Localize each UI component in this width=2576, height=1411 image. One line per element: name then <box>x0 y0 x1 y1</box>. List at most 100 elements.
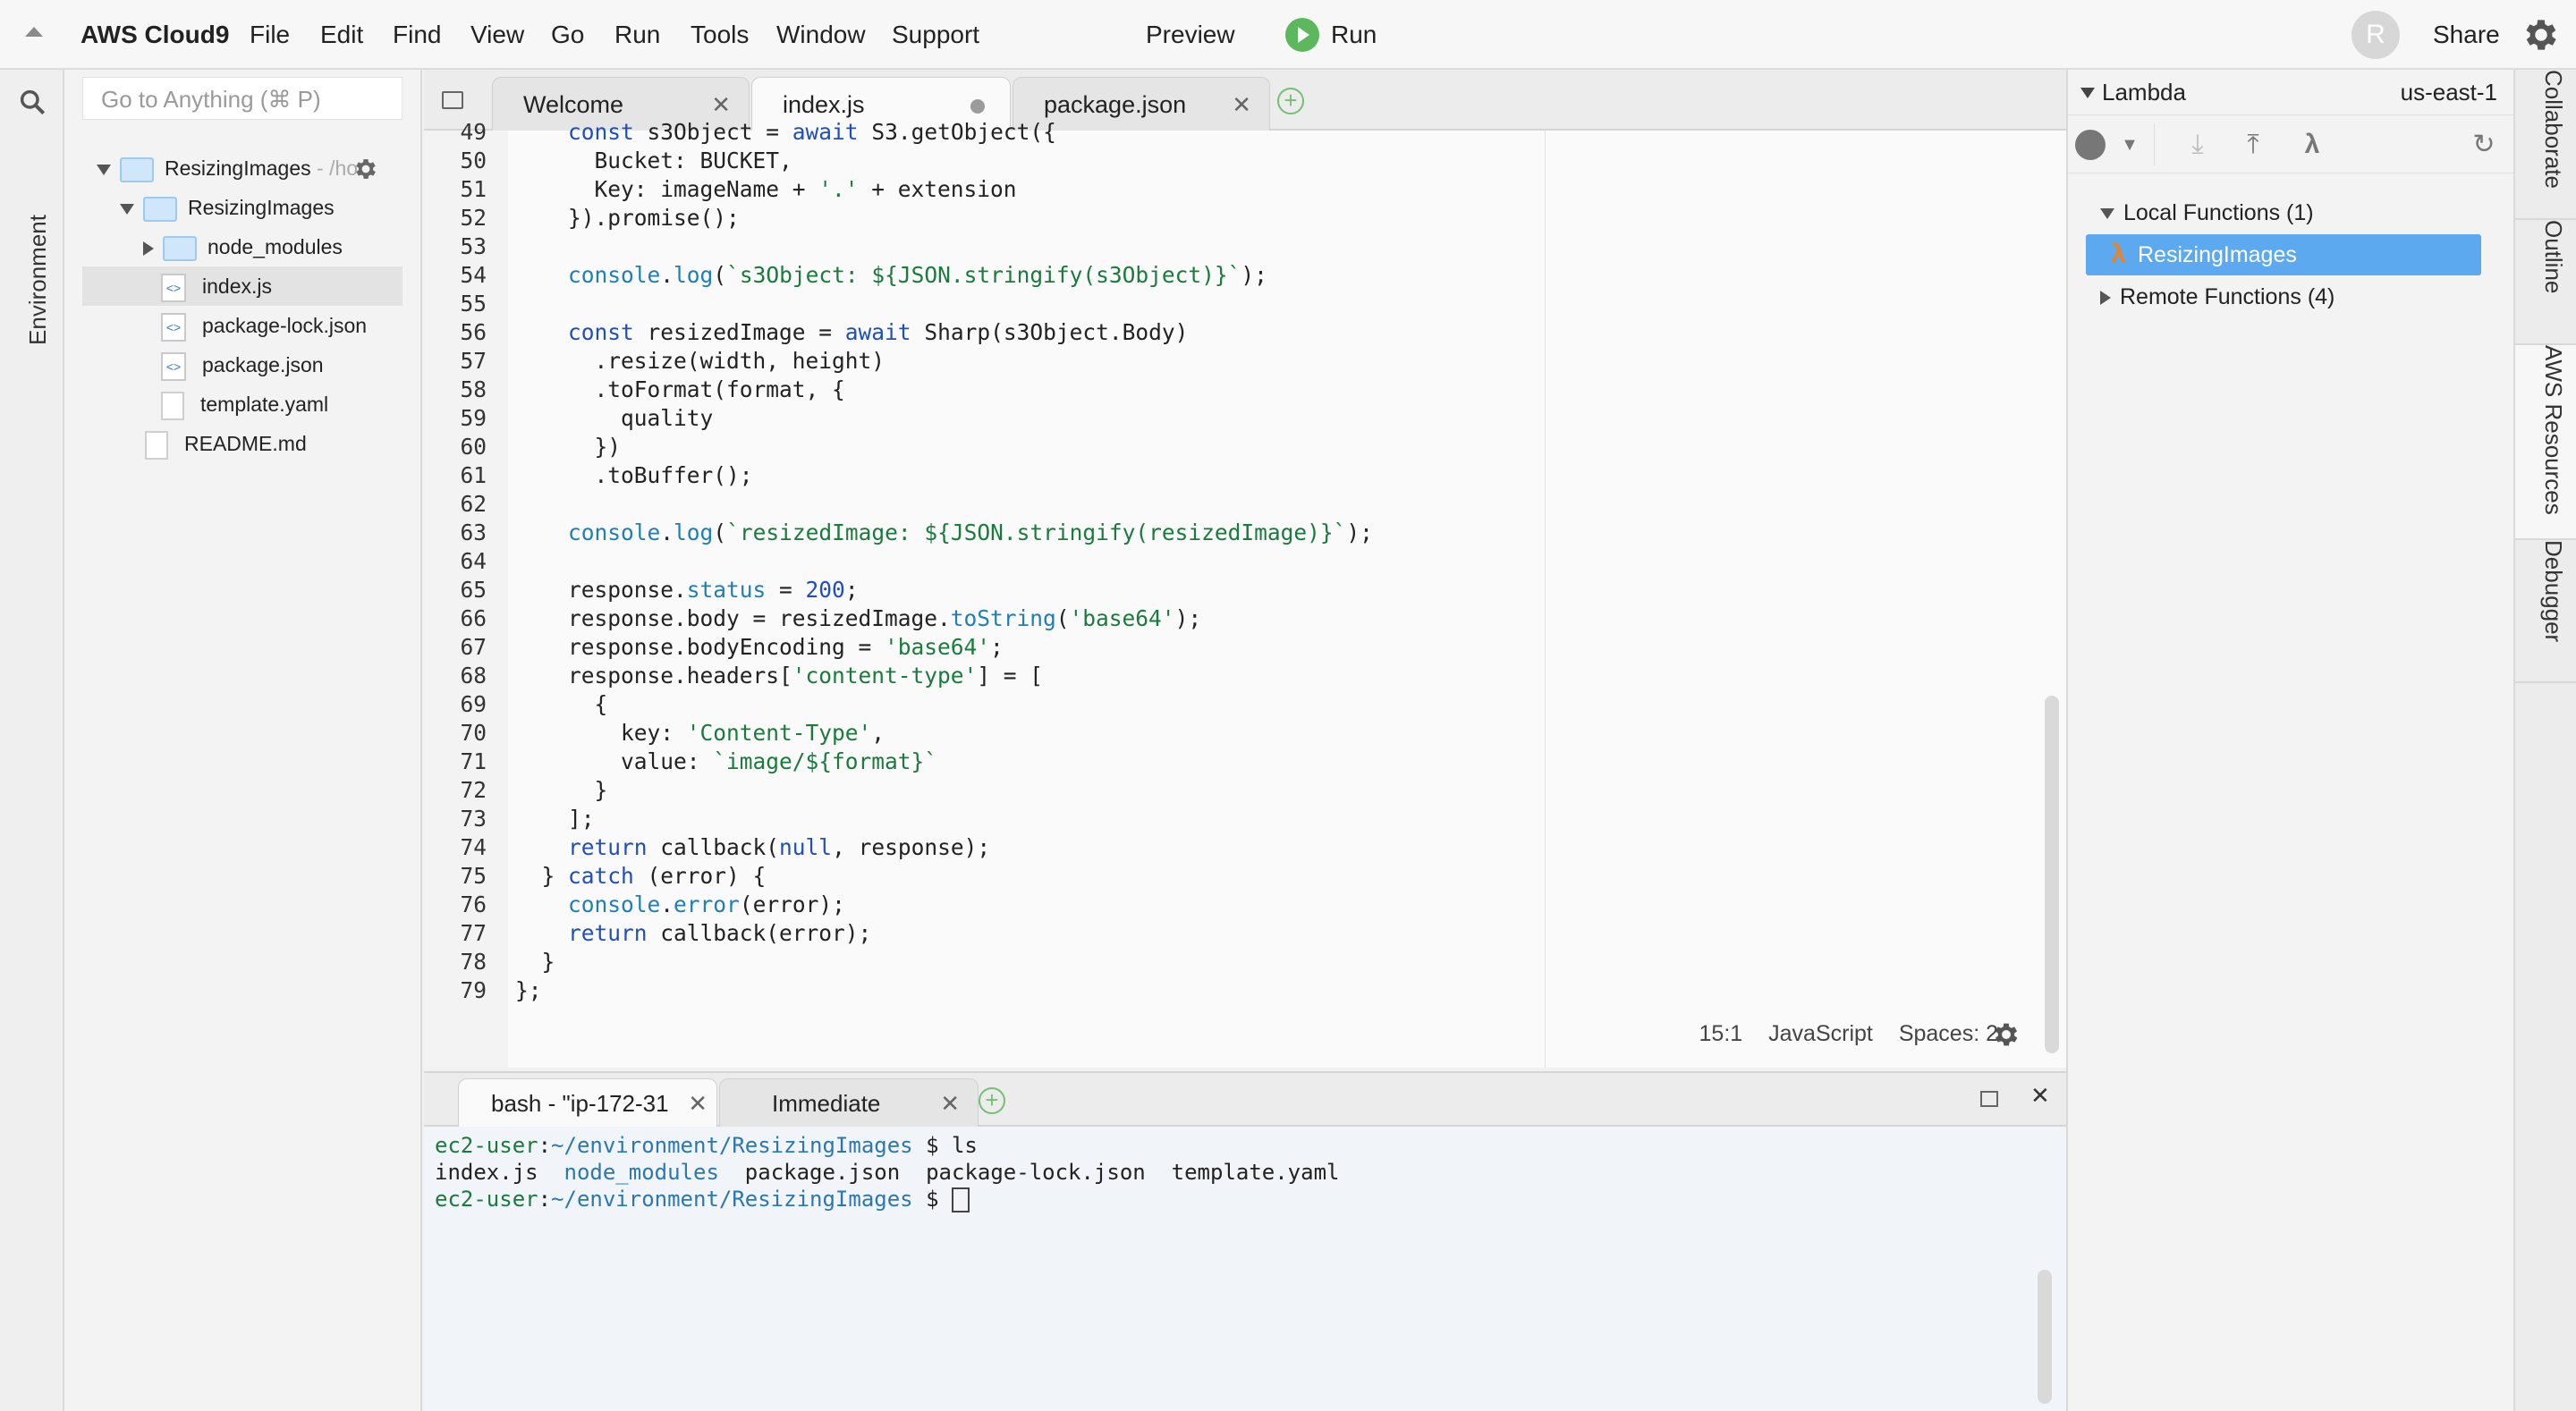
preview-button[interactable]: Preview <box>1146 0 1235 70</box>
line-number: 70 <box>460 720 487 746</box>
dropdown-icon[interactable]: ▼ <box>2113 128 2147 162</box>
code-editor[interactable]: 49 const s3Object = await S3.getObject({… <box>424 119 2066 1068</box>
environment-tab[interactable]: Environment <box>7 213 57 347</box>
search-icon[interactable] <box>18 88 47 116</box>
editor-settings-gear-icon[interactable] <box>1991 1019 2021 1050</box>
tab-list-icon[interactable] <box>442 91 463 109</box>
menu-view[interactable]: View <box>470 0 524 70</box>
tree-item-file[interactable]: <> package-lock.json <box>161 306 367 345</box>
line-number: 69 <box>460 691 487 717</box>
tab-collaborate[interactable]: Collaborate <box>2515 70 2576 220</box>
import-icon[interactable]: ⤓ <box>2181 128 2215 162</box>
deploy-icon[interactable]: ⤒ <box>2236 128 2270 162</box>
run-play-icon[interactable] <box>1285 18 1319 52</box>
code-text: response.body = resizedImage.toString('b… <box>515 605 1202 631</box>
code-file-icon: <> <box>161 312 186 342</box>
avatar[interactable]: R <box>2351 11 2400 59</box>
run-icon[interactable] <box>2073 128 2107 162</box>
tab-outline[interactable]: Outline <box>2515 220 2576 345</box>
caret-down-icon[interactable] <box>2080 88 2095 98</box>
close-icon[interactable]: ✕ <box>1232 78 1251 131</box>
tab-bash[interactable]: bash - "ip-172-31 ✕ <box>458 1078 717 1128</box>
refresh-icon[interactable]: ↻ <box>2467 128 2501 162</box>
close-panel-icon[interactable]: ✕ <box>2030 1082 2050 1110</box>
code-text: Key: imageName + '.' + extension <box>515 176 1017 202</box>
local-functions-node[interactable]: Local Functions (1) <box>2100 193 2314 232</box>
tab-aws-resources[interactable]: AWS Resources <box>2515 345 2576 540</box>
code-text: } <box>515 949 555 975</box>
tab-immediate[interactable]: Immediate ✕ <box>719 1078 979 1128</box>
goto-anything-input[interactable]: Go to Anything (⌘ P) <box>82 77 402 120</box>
lambda-create-icon[interactable]: λ <box>2295 128 2329 162</box>
unsaved-dot-icon[interactable] <box>970 99 985 114</box>
line-number: 63 <box>460 520 487 545</box>
restore-panel-icon[interactable] <box>1980 1091 1998 1107</box>
new-terminal-plus-icon[interactable]: + <box>979 1087 1005 1114</box>
code-text: value: `image/${format}` <box>515 748 938 774</box>
new-tab-plus-icon[interactable]: + <box>1277 88 1304 114</box>
run-button[interactable]: Run <box>1331 0 1377 70</box>
close-icon[interactable]: ✕ <box>940 1079 960 1128</box>
menu-window[interactable]: Window <box>776 0 866 70</box>
code-text: console.error(error); <box>568 891 845 917</box>
language-mode[interactable]: JavaScript <box>1768 1021 1873 1046</box>
function-label: ResizingImages <box>2138 242 2297 267</box>
line-number: 58 <box>460 376 487 402</box>
caret-right-icon[interactable] <box>143 241 154 256</box>
code-text: quality <box>515 405 714 431</box>
line-number: 61 <box>460 462 487 488</box>
caret-right-icon[interactable] <box>2100 291 2111 306</box>
tree-settings-gear-icon[interactable] <box>352 156 379 182</box>
code-text: .resize(width, height) <box>515 348 886 374</box>
code-text: response.bodyEncoding = 'base64'; <box>515 634 1004 660</box>
line-number: 51 <box>460 176 487 202</box>
tab-debugger[interactable]: Debugger <box>2515 540 2576 683</box>
folder-icon <box>143 196 177 222</box>
editor-status-bar: 15:1 JavaScript Spaces: 2 <box>1680 1016 1998 1052</box>
line-number: 67 <box>460 634 487 660</box>
settings-gear-icon[interactable] <box>2521 14 2562 55</box>
line-number: 75 <box>460 863 487 889</box>
indent-spaces[interactable]: Spaces: 2 <box>1899 1021 1998 1046</box>
editor-scrollbar[interactable] <box>2045 696 2059 1053</box>
caret-down-icon[interactable] <box>97 164 111 175</box>
tree-item-file[interactable]: <> package.json <box>161 345 324 384</box>
print-margin <box>1545 131 1546 1068</box>
menu-support[interactable]: Support <box>892 0 979 70</box>
line-number: 68 <box>460 663 487 689</box>
terminal[interactable]: ec2-user:~/environment/ResizingImages $ … <box>424 1127 2066 1411</box>
terminal-scrollbar[interactable] <box>2038 1270 2052 1404</box>
line-number: 54 <box>460 262 487 288</box>
tree-item-label: node_modules <box>208 235 343 258</box>
region-label[interactable]: us-east-1 <box>2401 70 2497 114</box>
file-tree-panel: Go to Anything (⌘ P) ResizingImages - /h… <box>64 70 422 1411</box>
menu-edit[interactable]: Edit <box>320 0 363 70</box>
cursor-position[interactable]: 15:1 <box>1699 1021 1743 1046</box>
code-text: return callback(null, response); <box>568 834 991 860</box>
remote-functions-node[interactable]: Remote Functions (4) <box>2100 277 2334 317</box>
share-button[interactable]: Share <box>2433 0 2500 70</box>
line-number: 64 <box>460 548 487 574</box>
selected-function-item[interactable]: λ ResizingImages <box>2086 234 2481 275</box>
menu-run[interactable]: Run <box>614 0 660 70</box>
terminal-line: ec2-user:~/environment/ResizingImages $ … <box>435 1133 978 1158</box>
tree-item-file[interactable]: README.md <box>145 424 307 463</box>
tree-item-file-selected[interactable]: <> index.js <box>82 266 402 306</box>
menu-go[interactable]: Go <box>551 0 584 70</box>
caret-down-icon[interactable] <box>120 203 134 215</box>
local-functions-label: Local Functions (1) <box>2123 200 2314 225</box>
tree-item-folder[interactable]: node_modules <box>143 227 343 266</box>
close-icon[interactable]: ✕ <box>688 1079 708 1128</box>
menu-file[interactable]: File <box>250 0 290 70</box>
line-number: 79 <box>460 977 487 1003</box>
tree-item-file[interactable]: template.yaml <box>161 384 328 424</box>
code-text: } <box>515 777 608 803</box>
line-number: 59 <box>460 405 487 431</box>
menu-tools[interactable]: Tools <box>691 0 749 70</box>
line-number: 71 <box>460 748 487 774</box>
caret-down-icon[interactable] <box>2100 208 2114 220</box>
collapse-up-icon[interactable] <box>25 27 43 37</box>
menu-find[interactable]: Find <box>393 0 441 70</box>
tree-item-folder[interactable]: ResizingImages <box>120 188 335 227</box>
code-text: { <box>515 691 608 717</box>
